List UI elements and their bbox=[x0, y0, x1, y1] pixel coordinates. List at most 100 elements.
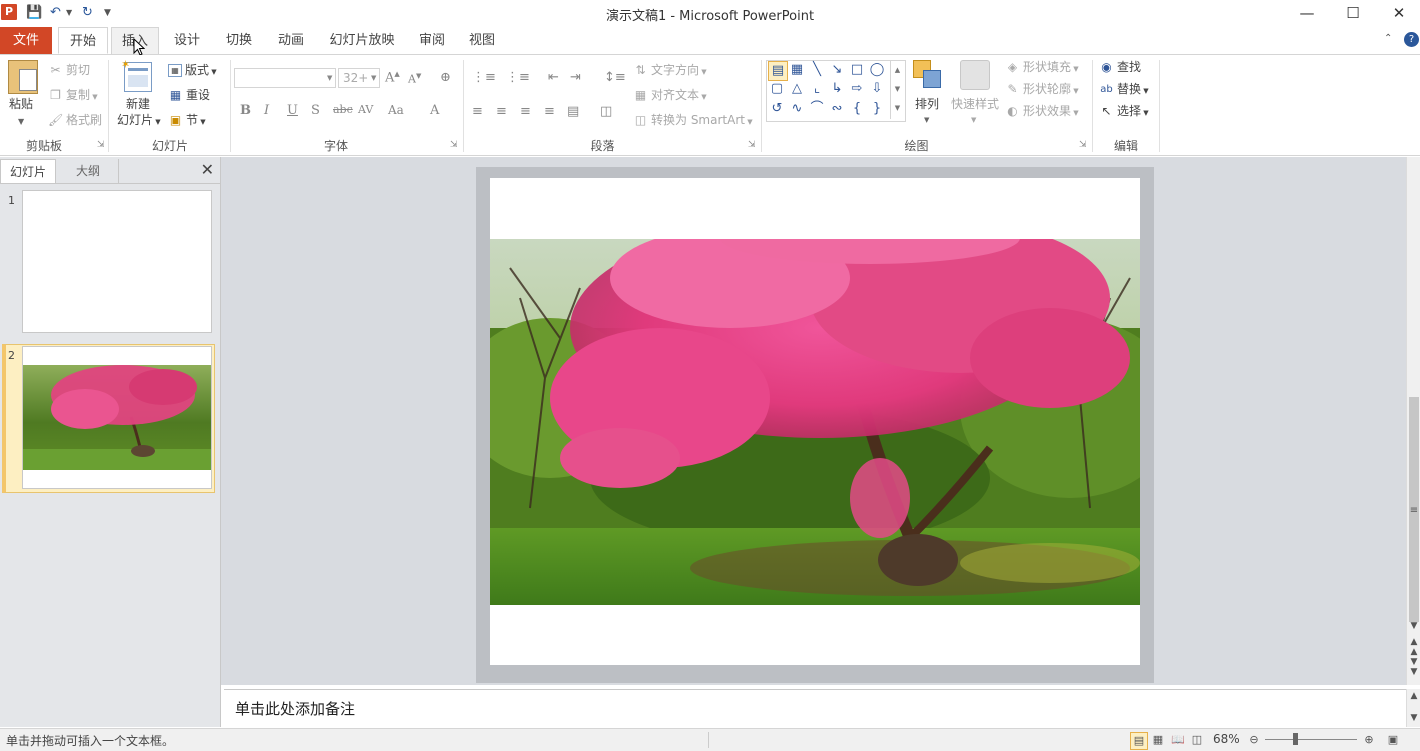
columns-icon[interactable]: ◫ bbox=[600, 104, 612, 119]
elbow-connector-shape-icon[interactable]: ⌞ bbox=[808, 80, 826, 98]
grow-font-icon[interactable]: A▲ bbox=[385, 70, 400, 85]
align-right-icon[interactable]: ≡ bbox=[520, 104, 531, 119]
zoom-slider-track[interactable] bbox=[1265, 739, 1357, 740]
character-spacing-icon[interactable]: AV bbox=[358, 103, 373, 116]
slideshow-view-icon[interactable]: ◫ bbox=[1189, 732, 1205, 748]
triangle-shape-icon[interactable]: △ bbox=[788, 80, 806, 98]
curved-connector-shape-icon[interactable]: ∿ bbox=[788, 100, 806, 118]
tab-design[interactable]: 设计 bbox=[165, 27, 209, 54]
collapse-ribbon-icon[interactable]: ⌃ bbox=[1384, 33, 1392, 44]
font-dialog-launcher-icon[interactable]: ⇲ bbox=[450, 140, 458, 150]
notes-scrollbar[interactable]: ▲ ▼ bbox=[1406, 689, 1420, 727]
down-arrow-shape-icon[interactable]: ⇩ bbox=[868, 80, 886, 98]
drawing-dialog-launcher-icon[interactable]: ⇲ bbox=[1079, 140, 1087, 150]
paragraph-dialog-launcher-icon[interactable]: ⇲ bbox=[748, 140, 756, 150]
undo-dropdown-icon[interactable]: ▼ bbox=[66, 4, 72, 22]
notes-placeholder[interactable]: 单击此处添加备注 bbox=[235, 698, 355, 719]
font-name-dropdown-icon[interactable]: ▼ bbox=[327, 74, 332, 82]
fit-to-window-icon[interactable]: ▣ bbox=[1385, 732, 1401, 748]
powerpoint-app-icon[interactable]: P bbox=[1, 4, 17, 20]
oval-shape-icon[interactable]: ◯ bbox=[868, 61, 886, 79]
reset-button[interactable]: ▦ 重设 bbox=[168, 85, 210, 105]
shape-fill-button[interactable]: ◈ 形状填充 ▼ bbox=[1005, 57, 1079, 77]
select-button[interactable]: ↖ 选择 ▼ bbox=[1099, 101, 1148, 121]
paste-dropdown-icon[interactable]: ▼ bbox=[18, 112, 24, 132]
scroll-down-icon[interactable]: ▼ bbox=[1408, 621, 1420, 631]
convert-smartart-button[interactable]: ◫ 转换为 SmartArt ▼ bbox=[633, 110, 753, 130]
text-box-shape-icon[interactable]: ▤ bbox=[768, 61, 788, 81]
underline-icon[interactable]: U bbox=[287, 103, 298, 118]
replace-button[interactable]: ab 替换 ▼ bbox=[1099, 79, 1148, 99]
zoom-level[interactable]: 68% bbox=[1213, 732, 1240, 746]
arc-shape-icon[interactable]: ⌒ bbox=[808, 100, 826, 118]
tab-review[interactable]: 审阅 bbox=[410, 27, 454, 54]
curve-shape-icon[interactable]: ∾ bbox=[828, 100, 846, 118]
change-case-icon[interactable]: Aa bbox=[388, 103, 404, 117]
arrange-icon[interactable] bbox=[913, 60, 943, 90]
maximize-button[interactable]: ☐ bbox=[1330, 0, 1376, 26]
align-text-button[interactable]: ▦ 对齐文本 ▼ bbox=[633, 85, 707, 105]
close-pane-icon[interactable]: ✕ bbox=[201, 160, 214, 179]
normal-view-icon[interactable]: ▤ bbox=[1130, 732, 1148, 750]
bent-arrow-shape-icon[interactable]: ↺ bbox=[768, 100, 786, 118]
right-brace-shape-icon[interactable]: } bbox=[868, 100, 886, 118]
section-button[interactable]: ▣ 节 ▼ bbox=[168, 110, 206, 130]
zoom-in-icon[interactable]: ⊕ bbox=[1361, 732, 1377, 748]
save-icon[interactable]: 💾 bbox=[26, 4, 42, 22]
rectangle-shape-icon[interactable]: □ bbox=[848, 61, 866, 79]
copy-button[interactable]: ❐ 复制 ▼ bbox=[48, 85, 98, 105]
find-button[interactable]: ◉ 查找 bbox=[1099, 57, 1141, 77]
arrow-line-shape-icon[interactable]: ↘ bbox=[828, 61, 846, 79]
cherry-blossom-photo[interactable] bbox=[490, 178, 1140, 665]
tab-home[interactable]: 开始 bbox=[58, 27, 108, 54]
clear-formatting-icon[interactable]: ⊕ bbox=[440, 70, 451, 85]
tab-transitions[interactable]: 切换 bbox=[217, 27, 261, 54]
numbering-icon[interactable]: ⋮≡ bbox=[506, 70, 530, 85]
shadow-icon[interactable]: S bbox=[311, 103, 320, 118]
shape-effects-button[interactable]: ◐ 形状效果 ▼ bbox=[1005, 101, 1078, 121]
text-direction-button[interactable]: ⇅ 文字方向 ▼ bbox=[633, 60, 706, 80]
quick-styles-icon[interactable] bbox=[960, 60, 990, 90]
italic-icon[interactable]: I bbox=[264, 103, 269, 118]
bullets-icon[interactable]: ⋮≡ bbox=[472, 70, 496, 85]
paste-button[interactable]: 粘贴 bbox=[9, 94, 33, 114]
new-slide-button[interactable]: 幻灯片 ▼ bbox=[117, 110, 161, 130]
tab-view[interactable]: 视图 bbox=[460, 27, 504, 54]
shapes-gallery-scroll[interactable]: ▲ ▼ ▼ bbox=[890, 61, 904, 119]
rounded-rectangle-shape-icon[interactable]: ▢ bbox=[768, 80, 786, 98]
slide-sorter-view-icon[interactable]: ▦ bbox=[1150, 732, 1166, 748]
notes-pane[interactable]: 单击此处添加备注 bbox=[224, 689, 1406, 728]
distributed-icon[interactable]: ▤ bbox=[567, 104, 579, 119]
justify-icon[interactable]: ≡ bbox=[544, 104, 555, 119]
vertical-scrollbar[interactable]: ≡ ▼ ▲ ▲ ▼ ▼ bbox=[1406, 157, 1420, 685]
vertical-text-box-shape-icon[interactable]: ▦ bbox=[788, 61, 806, 79]
quick-styles-dropdown-icon[interactable]: ▼ bbox=[971, 110, 976, 130]
format-painter-button[interactable]: 🖌 格式刷 bbox=[48, 110, 102, 130]
tab-outline[interactable]: 大纲 bbox=[58, 159, 119, 183]
bold-icon[interactable]: B bbox=[240, 103, 251, 118]
minimize-button[interactable]: — bbox=[1284, 0, 1330, 26]
close-button[interactable]: ✕ bbox=[1376, 0, 1420, 26]
strikethrough-icon[interactable]: abc bbox=[333, 103, 353, 116]
align-center-icon[interactable]: ≡ bbox=[496, 104, 507, 119]
next-slide-icon[interactable]: ▼ ▼ bbox=[1408, 657, 1420, 677]
tab-slides[interactable]: 幻灯片 bbox=[0, 159, 56, 183]
reading-view-icon[interactable]: 📖 bbox=[1170, 732, 1186, 748]
arrange-dropdown-icon[interactable]: ▼ bbox=[924, 110, 929, 130]
decrease-indent-icon[interactable]: ⇤ bbox=[548, 70, 559, 85]
redo-icon[interactable]: ↻ bbox=[82, 4, 93, 22]
slide-thumbnail-1[interactable] bbox=[22, 190, 212, 333]
layout-button[interactable]: ▦ 版式 ▼ bbox=[168, 60, 217, 80]
tab-animations[interactable]: 动画 bbox=[269, 27, 313, 54]
cut-button[interactable]: ✂ 剪切 bbox=[48, 60, 90, 80]
paste-icon[interactable] bbox=[8, 60, 38, 94]
zoom-slider-thumb[interactable] bbox=[1293, 733, 1298, 745]
shrink-font-icon[interactable]: A▼ bbox=[408, 72, 421, 86]
previous-slide-icon[interactable]: ▲ ▲ bbox=[1408, 637, 1420, 657]
notes-scroll-up-icon[interactable]: ▲ bbox=[1408, 691, 1420, 701]
clipboard-dialog-launcher-icon[interactable]: ⇲ bbox=[97, 140, 105, 150]
notes-scroll-down-icon[interactable]: ▼ bbox=[1408, 713, 1420, 723]
customize-quick-access-icon[interactable]: ▼ bbox=[104, 4, 111, 22]
font-color-icon[interactable]: A bbox=[430, 103, 439, 118]
tab-file[interactable]: 文件 bbox=[0, 27, 52, 54]
